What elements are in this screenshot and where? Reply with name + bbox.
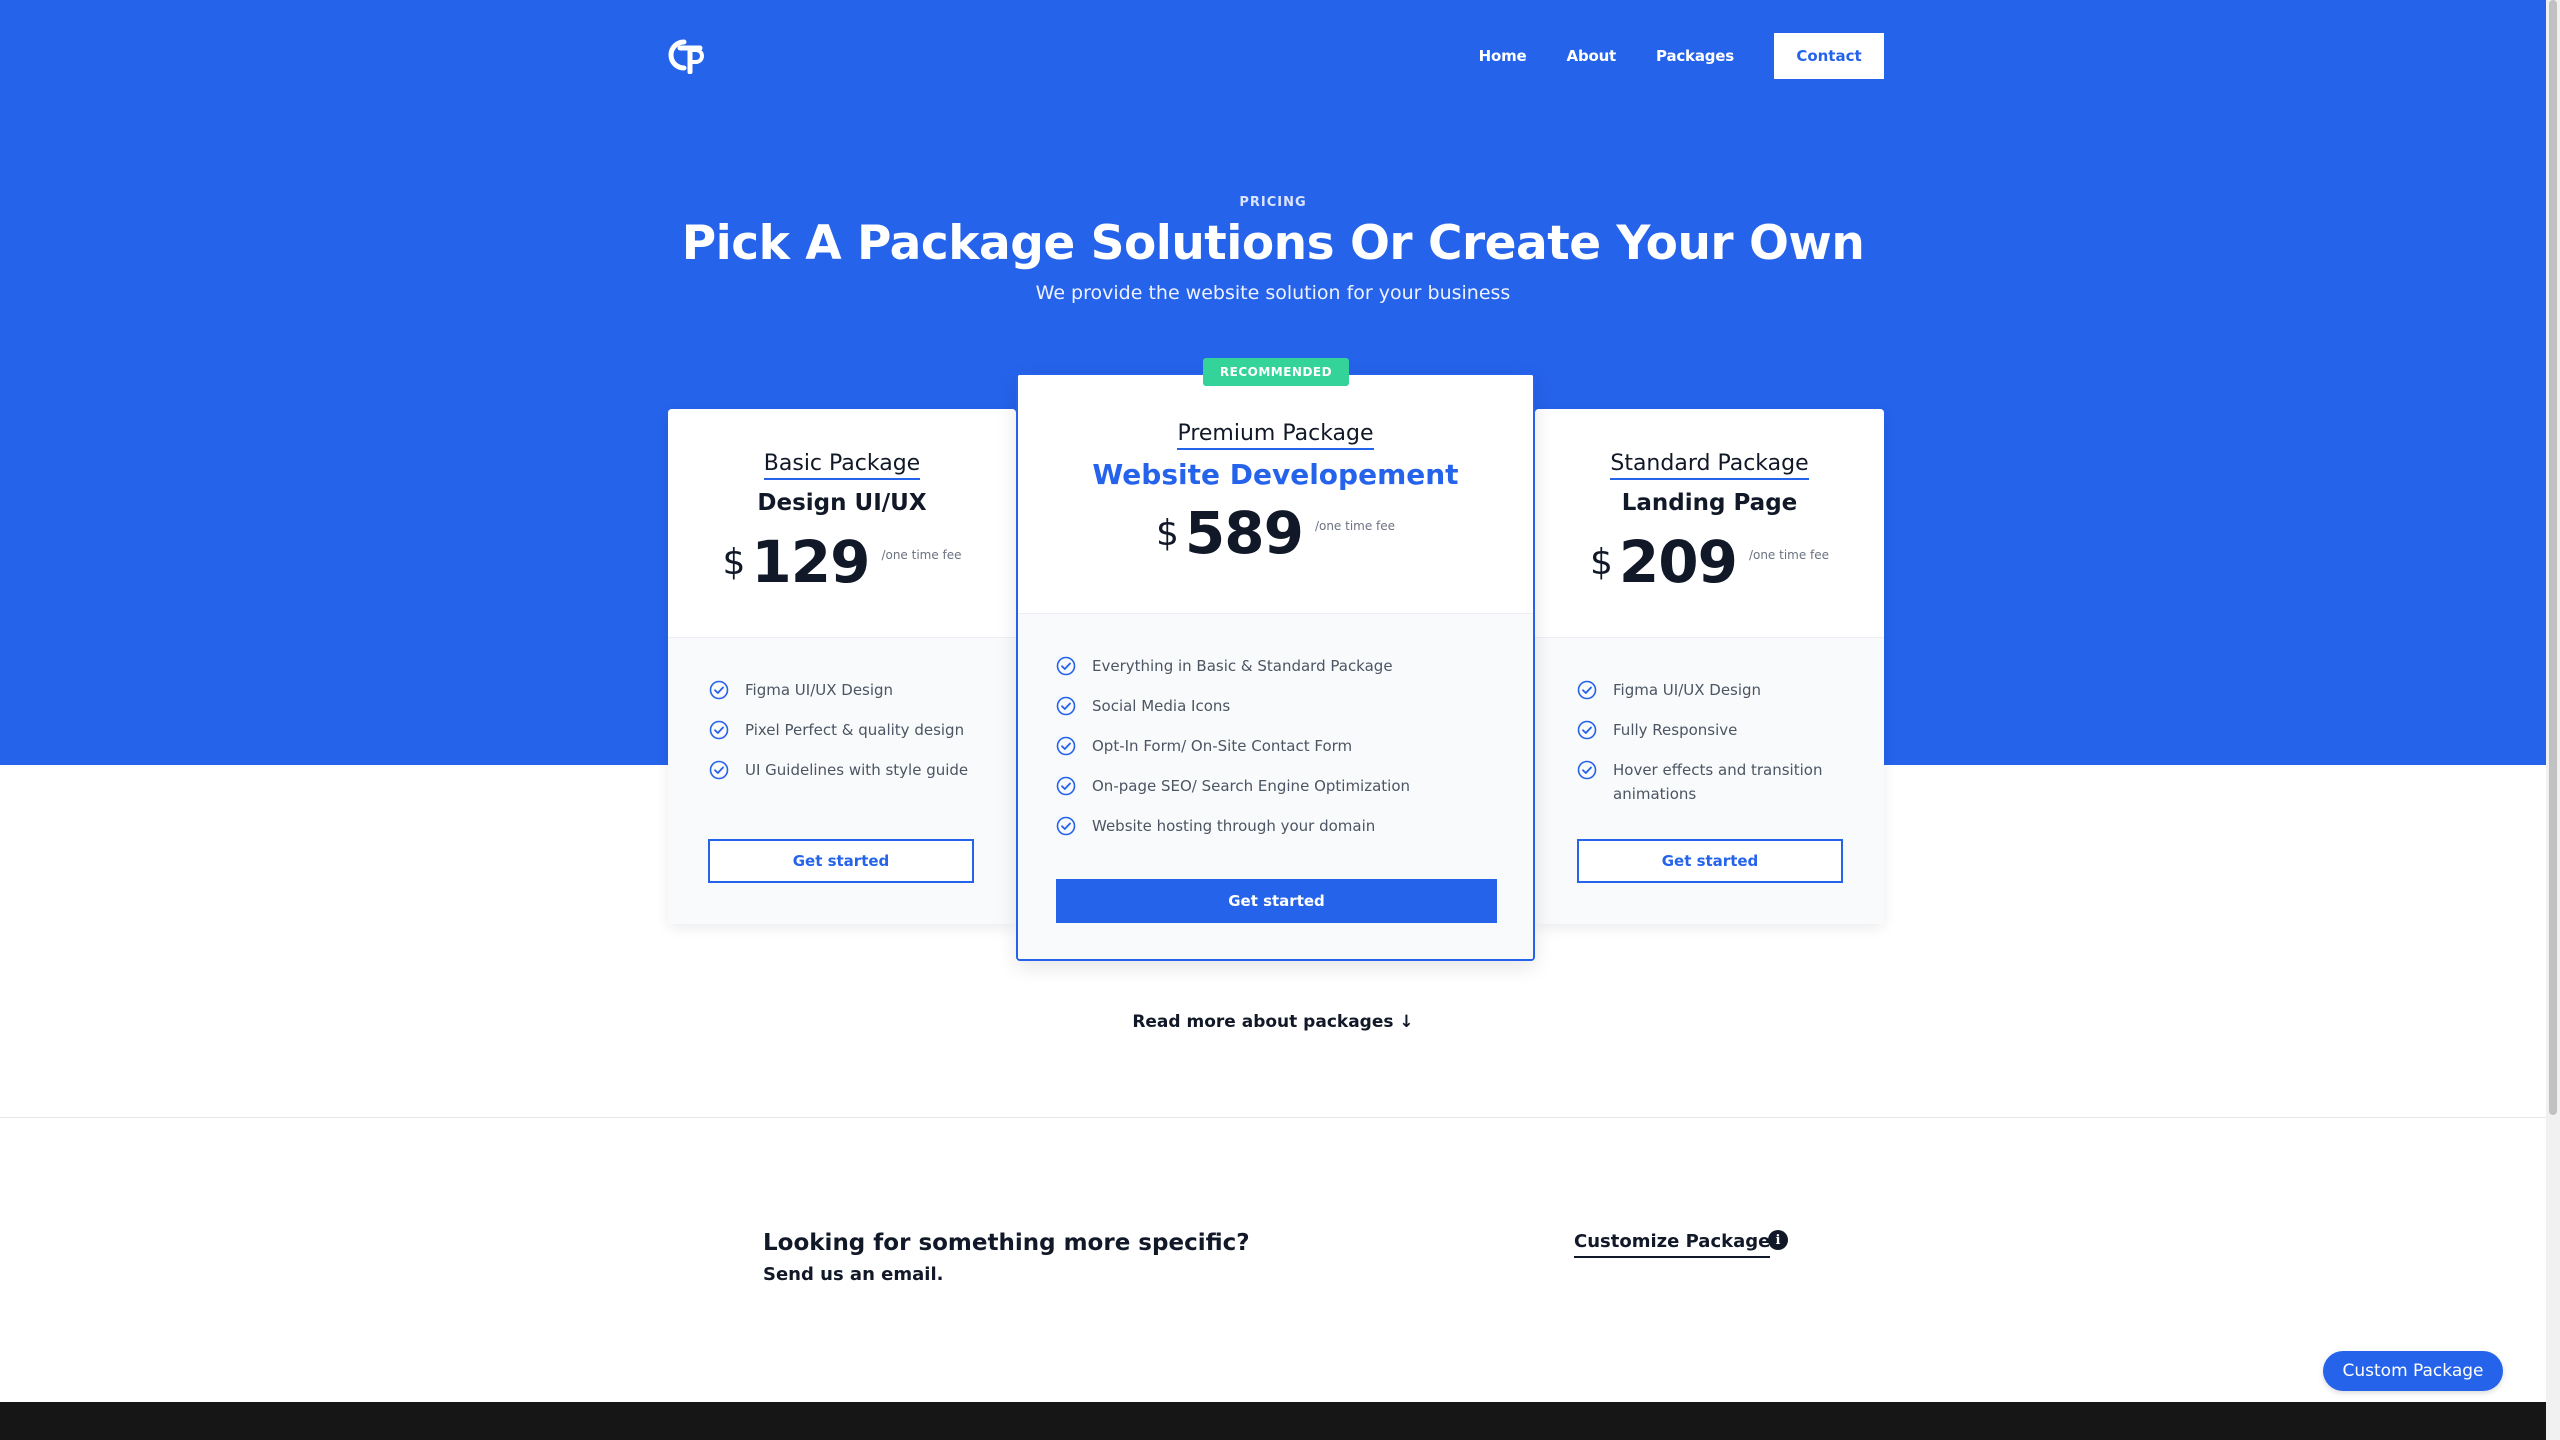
card-header: Premium Package Website Developement $ 5… — [1018, 375, 1533, 613]
nav-links: Home About Packages Contact — [1439, 33, 1884, 79]
nav-home-link[interactable]: Home — [1479, 47, 1527, 65]
feature-text: Website hosting through your domain — [1092, 817, 1376, 835]
check-circle-icon — [1056, 696, 1076, 716]
check-circle-icon — [1056, 776, 1076, 796]
basic-package-card: Basic Package Design UI/UX $ 129 /one ti… — [668, 409, 1016, 924]
price-row: $ 129 /one time fee — [668, 528, 1016, 596]
pricing-eyebrow: PRICING — [1239, 195, 1307, 210]
premium-get-started-button[interactable]: Get started — [1056, 879, 1497, 923]
top-nav: Home About Packages Contact — [668, 32, 1884, 80]
package-name: Standard Package — [1610, 451, 1809, 480]
feature-item: Figma UI/UX Design — [709, 678, 976, 702]
feature-text: UI Guidelines with style guide — [745, 761, 969, 779]
check-circle-icon — [709, 680, 729, 700]
feature-text: Hover effects and transition animations — [1613, 761, 1823, 803]
card-header: Basic Package Design UI/UX $ 129 /one ti… — [668, 409, 1016, 637]
page-subtitle: We provide the website solution for your… — [1035, 282, 1511, 304]
currency-symbol: $ — [1589, 542, 1613, 583]
feature-text: Opt-In Form/ On-Site Contact Form — [1092, 737, 1353, 755]
feature-text: Fully Responsive — [1613, 721, 1738, 739]
standard-package-card: Standard Package Landing Page $ 209 /one… — [1535, 409, 1884, 924]
package-name: Basic Package — [763, 451, 921, 480]
feature-list: Figma UI/UX Design Pixel Perfect & quali… — [709, 678, 976, 782]
feature-text: Pixel Perfect & quality design — [745, 721, 965, 739]
feature-text: Figma UI/UX Design — [1613, 681, 1762, 699]
check-circle-icon — [1577, 680, 1597, 700]
feature-text: Social Media Icons — [1092, 697, 1231, 715]
standard-get-started-button[interactable]: Get started — [1577, 839, 1843, 883]
feature-text: Everything in Basic & Standard Package — [1092, 657, 1393, 675]
check-circle-icon — [1577, 760, 1597, 780]
read-more-packages-link[interactable]: Read more about packages ↓ — [0, 1012, 2546, 1032]
feature-item: Fully Responsive — [1577, 718, 1854, 742]
feature-item: Hover effects and transition animations — [1577, 758, 1854, 806]
custom-package-floating-button[interactable]: Custom Package — [2323, 1351, 2503, 1391]
specific-title: Looking for something more specific? — [763, 1230, 1250, 1256]
feature-list: Everything in Basic & Standard Package S… — [1056, 654, 1495, 838]
price-fee-note: /one time fee — [1314, 519, 1396, 533]
card-header: Standard Package Landing Page $ 209 /one… — [1535, 409, 1884, 637]
price-row: $ 589 /one time fee — [1018, 499, 1533, 567]
feature-item: Pixel Perfect & quality design — [709, 718, 976, 742]
basic-get-started-button[interactable]: Get started — [708, 839, 974, 883]
section-divider — [0, 1117, 2546, 1118]
package-name: Premium Package — [1177, 421, 1374, 450]
page-scrollbar[interactable] — [2546, 0, 2560, 1440]
recommended-badge: RECOMMENDED — [1203, 358, 1349, 386]
feature-text: On-page SEO/ Search Engine Optimization — [1092, 777, 1411, 795]
check-circle-icon — [709, 760, 729, 780]
card-body: Figma UI/UX Design Pixel Perfect & quali… — [668, 637, 1016, 924]
ct-logo-icon[interactable] — [668, 34, 712, 78]
card-body: Figma UI/UX Design Fully Responsive Hove… — [1535, 637, 1884, 924]
feature-text: Figma UI/UX Design — [745, 681, 894, 699]
check-circle-icon — [1056, 656, 1076, 676]
nav-about-link[interactable]: About — [1567, 47, 1617, 65]
customize-package-link[interactable]: Customize Package — [1574, 1231, 1771, 1258]
nav-packages-link[interactable]: Packages — [1656, 47, 1734, 65]
feature-item: Website hosting through your domain — [1056, 814, 1495, 838]
info-icon[interactable]: i — [1768, 1230, 1788, 1250]
price-fee-note: /one time fee — [881, 548, 962, 562]
check-circle-icon — [1056, 736, 1076, 756]
price-amount: 589 — [1184, 499, 1304, 567]
currency-symbol: $ — [1155, 513, 1179, 554]
feature-item: Everything in Basic & Standard Package — [1056, 654, 1495, 678]
package-subtitle: Design UI/UX — [757, 490, 927, 516]
scrollbar-thumb[interactable] — [2549, 0, 2557, 1115]
package-subtitle: Landing Page — [1621, 490, 1798, 516]
price-amount: 209 — [1618, 528, 1738, 596]
card-body: Everything in Basic & Standard Package S… — [1018, 613, 1533, 959]
check-circle-icon — [1577, 720, 1597, 740]
feature-item: On-page SEO/ Search Engine Optimization — [1056, 774, 1495, 798]
package-subtitle: Website Developement — [1092, 458, 1459, 491]
feature-item: Opt-In Form/ On-Site Contact Form — [1056, 734, 1495, 758]
premium-package-card: Premium Package Website Developement $ 5… — [1016, 373, 1535, 961]
check-circle-icon — [709, 720, 729, 740]
feature-list: Figma UI/UX Design Fully Responsive Hove… — [1577, 678, 1854, 806]
feature-item: Social Media Icons — [1056, 694, 1495, 718]
price-fee-note: /one time fee — [1748, 548, 1830, 562]
check-circle-icon — [1056, 816, 1076, 836]
page-title: Pick A Package Solutions Or Create Your … — [681, 216, 1865, 271]
price-row: $ 209 /one time fee — [1535, 528, 1884, 596]
footer-bar — [0, 1402, 2546, 1440]
feature-item: UI Guidelines with style guide — [709, 758, 976, 782]
price-amount: 129 — [751, 528, 870, 596]
contact-button[interactable]: Contact — [1774, 33, 1884, 79]
currency-symbol: $ — [722, 542, 746, 583]
specific-subtitle: Send us an email. — [763, 1264, 944, 1285]
feature-item: Figma UI/UX Design — [1577, 678, 1854, 702]
